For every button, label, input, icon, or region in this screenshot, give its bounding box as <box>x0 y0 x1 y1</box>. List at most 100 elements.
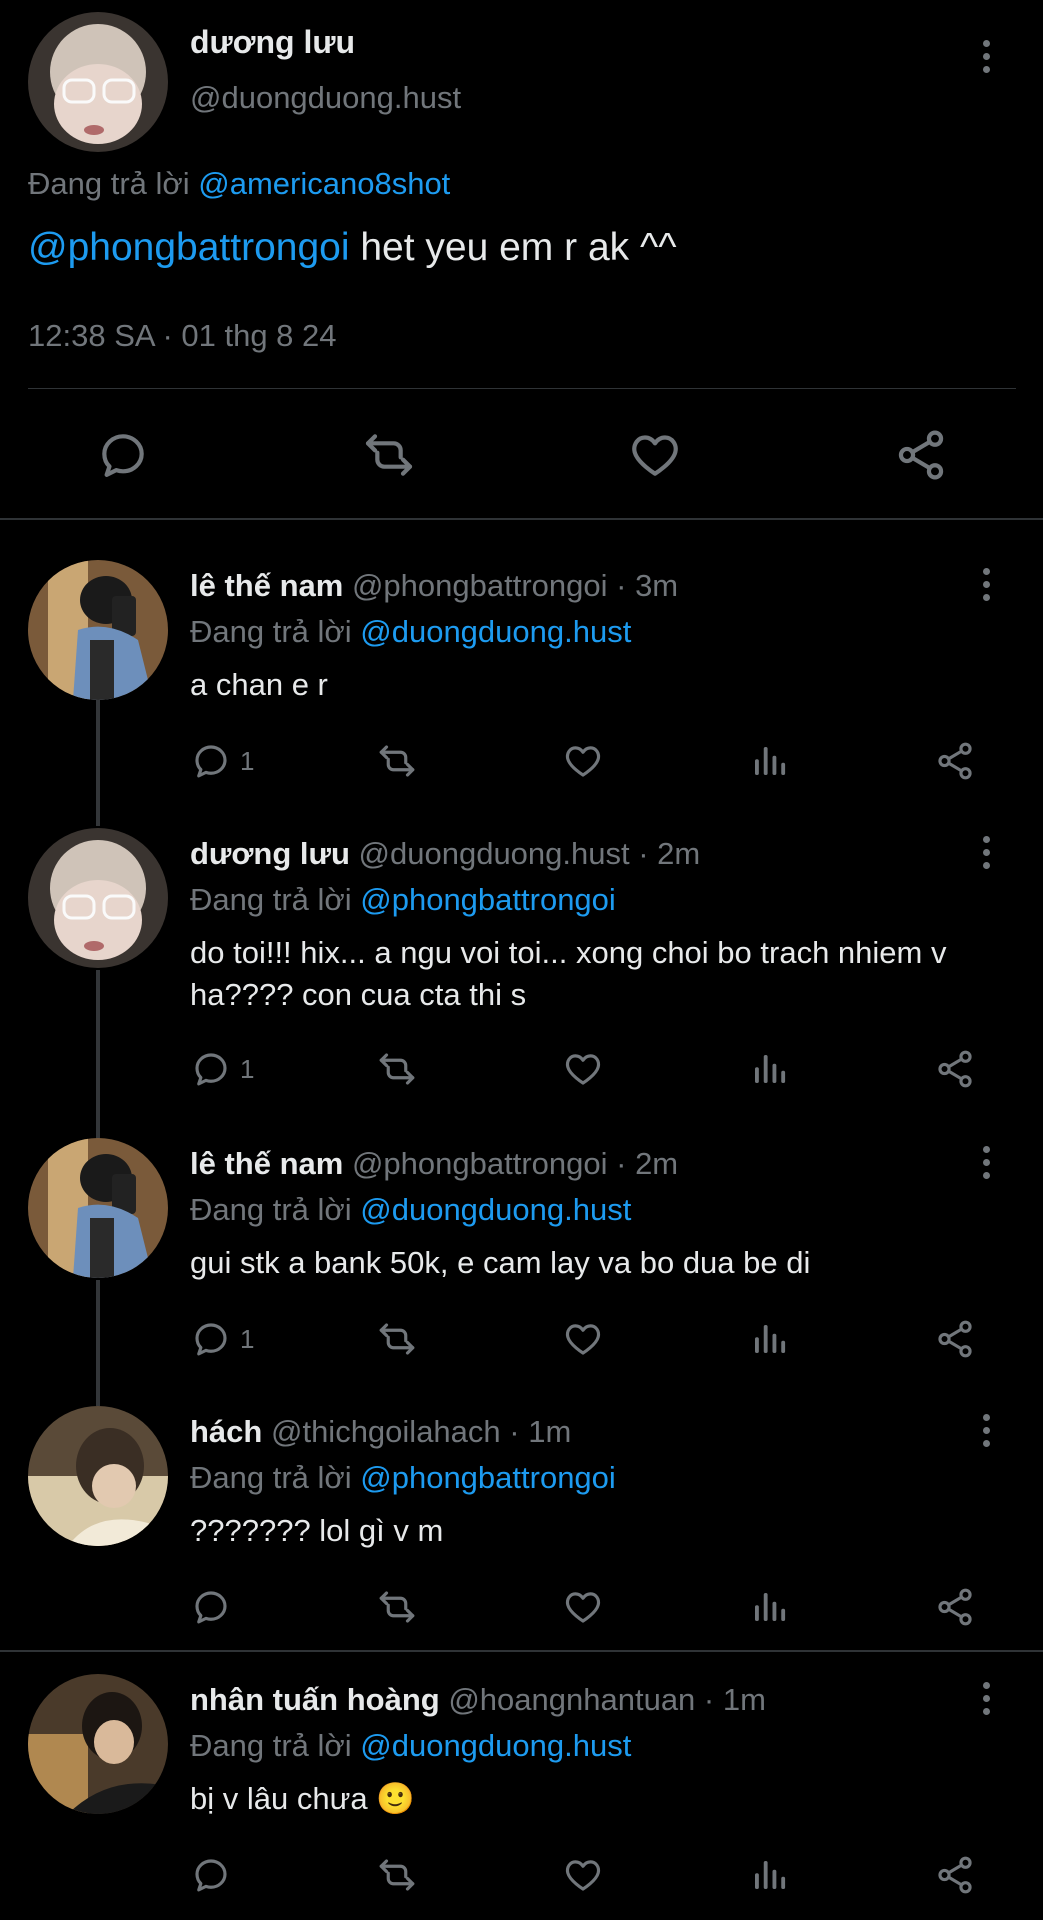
replying-to: Đang trả lời @duongduong.hust <box>190 1192 631 1228</box>
views-icon[interactable] <box>748 1582 790 1632</box>
author-handle[interactable]: @hoangnhantuan <box>448 1682 695 1717</box>
mention-link[interactable]: @phongbattrongoi <box>28 226 350 269</box>
author-handle[interactable]: @thichgoilahach <box>271 1414 501 1449</box>
reply-tweet[interactable]: lê thế nam @phongbattrongoi · 3m Đang tr… <box>0 560 1043 800</box>
replying-to-link[interactable]: @duongduong.hust <box>360 1192 631 1227</box>
views-icon[interactable] <box>748 1044 790 1094</box>
replying-to: Đang trả lời @phongbattrongoi <box>190 1460 616 1496</box>
reply-text: a chan e r <box>190 667 328 702</box>
share-icon[interactable] <box>934 1582 976 1632</box>
reply-tweet[interactable]: nhân tuấn hoàng @hoangnhantuan · 1m Đang… <box>0 1674 1043 1920</box>
reply-tweet[interactable]: dương lưu @duongduong.hust · 2m Đang trả… <box>0 828 1043 1098</box>
more-icon[interactable] <box>966 832 1006 872</box>
author-name[interactable]: nhân tuấn hoàng <box>190 1682 440 1717</box>
action-bar: 1 <box>0 1044 1043 1094</box>
share-icon[interactable] <box>934 1850 976 1900</box>
avatar[interactable] <box>28 560 168 700</box>
author-name[interactable]: lê thế nam <box>190 568 343 603</box>
retweet-icon[interactable] <box>376 736 418 786</box>
reply-tweet[interactable]: hách @thichgoilahach · 1m Đang trả lời @… <box>0 1406 1043 1642</box>
more-icon[interactable] <box>966 36 1006 76</box>
more-icon[interactable] <box>966 564 1006 604</box>
replying-prefix: Đang trả lời <box>28 166 190 201</box>
reply-time: · 3m <box>607 568 679 603</box>
replying-prefix: Đang trả lời <box>190 882 352 917</box>
reply-header: hách @thichgoilahach · 1m <box>190 1414 571 1450</box>
avatar[interactable] <box>28 1406 168 1546</box>
reply-tweet[interactable]: lê thế nam @phongbattrongoi · 2m Đang tr… <box>0 1138 1043 1378</box>
reply-header: nhân tuấn hoàng @hoangnhantuan · 1m <box>190 1682 766 1718</box>
author-name[interactable]: hách <box>190 1414 262 1449</box>
reply-icon <box>190 1318 232 1360</box>
action-bar: 1 <box>0 736 1043 786</box>
retweet-icon[interactable] <box>376 1850 418 1900</box>
more-icon[interactable] <box>966 1142 1006 1182</box>
replying-to-link[interactable]: @americano8shot <box>198 166 450 201</box>
reply-text: bị v lâu chưa 🙂 <box>190 1781 415 1816</box>
avatar[interactable] <box>28 1138 168 1278</box>
replying-to: Đang trả lời @americano8shot <box>28 166 450 202</box>
reply-count: 1 <box>240 1323 255 1354</box>
share-icon[interactable] <box>934 736 976 786</box>
like-icon[interactable] <box>562 736 604 786</box>
like-icon[interactable] <box>562 1582 604 1632</box>
action-bar <box>0 1582 1043 1632</box>
avatar[interactable] <box>28 12 168 152</box>
replying-to: Đang trả lời @duongduong.hust <box>190 614 631 650</box>
author-name[interactable]: dương lưu <box>190 836 350 871</box>
reply-icon <box>190 1048 232 1090</box>
reply-button[interactable] <box>190 1582 240 1632</box>
action-bar <box>0 420 1043 490</box>
avatar[interactable] <box>28 828 168 968</box>
retweet-icon[interactable] <box>376 1314 418 1364</box>
reply-button[interactable]: 1 <box>190 1314 254 1364</box>
replying-to-link[interactable]: @phongbattrongoi <box>360 882 616 917</box>
retweet-icon[interactable] <box>376 1044 418 1094</box>
reply-icon <box>190 740 232 782</box>
reply-time: · 2m <box>607 1146 679 1181</box>
share-icon[interactable] <box>934 1044 976 1094</box>
divider <box>28 388 1016 389</box>
reply-header: lê thế nam @phongbattrongoi · 2m <box>190 1146 678 1182</box>
author-handle[interactable]: @duongduong.hust <box>190 80 461 116</box>
retweet-icon[interactable] <box>376 1582 418 1632</box>
replying-to-link[interactable]: @duongduong.hust <box>360 1728 631 1763</box>
reply-button[interactable] <box>190 1850 240 1900</box>
retweet-icon[interactable] <box>354 420 424 490</box>
views-icon[interactable] <box>748 736 790 786</box>
like-icon[interactable] <box>620 420 690 490</box>
reply-icon[interactable] <box>88 420 158 490</box>
reply-time: · 1m <box>500 1414 572 1449</box>
more-icon[interactable] <box>966 1678 1006 1718</box>
action-bar: 1 <box>0 1314 1043 1364</box>
timestamp: 12:38 SA · 01 thg 8 24 <box>28 318 337 353</box>
views-icon[interactable] <box>748 1850 790 1900</box>
like-icon[interactable] <box>562 1314 604 1364</box>
divider <box>0 1650 1043 1652</box>
views-icon[interactable] <box>748 1314 790 1364</box>
replying-to: Đang trả lời @phongbattrongoi <box>190 882 616 918</box>
replying-prefix: Đang trả lời <box>190 1460 352 1495</box>
reply-button[interactable]: 1 <box>190 1044 254 1094</box>
reply-icon <box>190 1854 232 1896</box>
more-icon[interactable] <box>966 1410 1006 1450</box>
reply-time: · 1m <box>695 1682 766 1717</box>
tweet-text: @phongbattrongoi het yeu em r ak ^^ <box>28 226 677 270</box>
author-name[interactable]: dương lưu <box>190 24 355 61</box>
avatar[interactable] <box>28 1674 168 1814</box>
author-handle[interactable]: @phongbattrongoi <box>352 1146 608 1181</box>
like-icon[interactable] <box>562 1044 604 1094</box>
reply-button[interactable]: 1 <box>190 736 254 786</box>
like-icon[interactable] <box>562 1850 604 1900</box>
replying-prefix: Đang trả lời <box>190 614 352 649</box>
author-name[interactable]: lê thế nam <box>190 1146 343 1181</box>
author-handle[interactable]: @duongduong.hust <box>359 836 630 871</box>
share-icon[interactable] <box>886 420 956 490</box>
author-handle[interactable]: @phongbattrongoi <box>352 568 608 603</box>
reply-header: lê thế nam @phongbattrongoi · 3m <box>190 568 678 604</box>
reply-header: dương lưu @duongduong.hust · 2m <box>190 836 700 872</box>
reply-time: · 2m <box>629 836 701 871</box>
share-icon[interactable] <box>934 1314 976 1364</box>
replying-to-link[interactable]: @phongbattrongoi <box>360 1460 616 1495</box>
replying-to-link[interactable]: @duongduong.hust <box>360 614 631 649</box>
